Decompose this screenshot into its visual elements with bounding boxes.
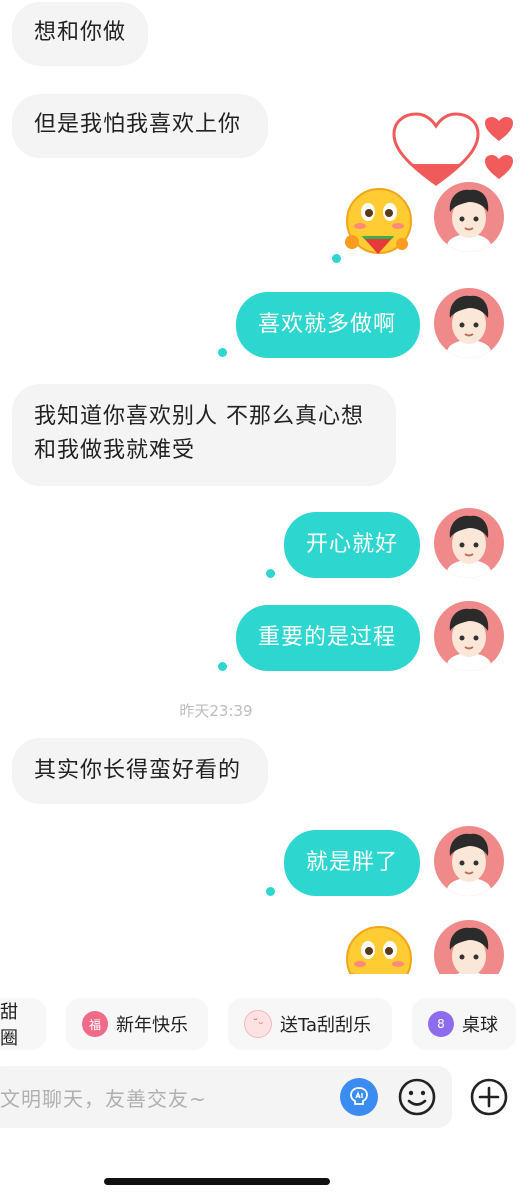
message-bubble-outgoing[interactable]: 就是胖了 bbox=[284, 830, 420, 896]
quick-reply-new-year[interactable]: 福 新年快乐 bbox=[66, 998, 208, 1050]
avatar[interactable] bbox=[434, 288, 504, 358]
plus-icon[interactable] bbox=[468, 1076, 510, 1118]
billiard-icon: 8 bbox=[428, 1011, 454, 1037]
message-tail-dot bbox=[218, 348, 227, 357]
message-bubble-incoming[interactable]: 想和你做 bbox=[12, 2, 148, 66]
quick-reply-donut[interactable]: 甜圈 bbox=[0, 998, 46, 1050]
heart-icon bbox=[485, 155, 513, 179]
message-tail-dot bbox=[266, 569, 275, 578]
message-bubble-incoming[interactable]: 其实你长得蛮好看的 bbox=[12, 738, 268, 804]
message-timestamp: 昨天23:39 bbox=[179, 702, 253, 720]
message-line: 和我做我就难受 bbox=[34, 438, 196, 463]
scratch-icon: ˘ᵕ bbox=[244, 1010, 272, 1038]
quick-reply-scratch-card[interactable]: ˘ᵕ 送Ta刮刮乐 bbox=[228, 998, 392, 1050]
heart-icon bbox=[485, 117, 513, 141]
heart-outline-icon bbox=[392, 112, 480, 186]
avatar[interactable] bbox=[434, 182, 504, 252]
message-input[interactable]: 文明聊天，友善交友~ bbox=[0, 1066, 452, 1128]
message-bubble-incoming[interactable]: 但是我怕我喜欢上你 bbox=[12, 94, 268, 158]
message-bubble-outgoing[interactable]: 重要的是过程 bbox=[236, 605, 420, 671]
avatar[interactable] bbox=[434, 920, 504, 974]
quick-reply-label: 甜圈 bbox=[0, 1002, 18, 1049]
ai-assistant-icon[interactable] bbox=[340, 1078, 378, 1116]
emoji-sticker[interactable] bbox=[344, 926, 414, 974]
quick-reply-billiards[interactable]: 8 桌球 bbox=[412, 998, 516, 1050]
message-bubble-incoming[interactable]: 我知道你喜欢别人 不那么真心想 和我做我就难受 bbox=[12, 384, 396, 486]
avatar[interactable] bbox=[434, 826, 504, 896]
fu-icon: 福 bbox=[82, 1011, 108, 1037]
quick-reply-label: 新年快乐 bbox=[116, 1015, 188, 1036]
emoji-sticker[interactable] bbox=[344, 188, 414, 258]
message-tail-dot bbox=[218, 662, 227, 671]
message-bubble-outgoing[interactable]: 喜欢就多做啊 bbox=[236, 292, 420, 358]
message-tail-dot bbox=[332, 254, 341, 263]
input-placeholder: 文明聊天，友善交友~ bbox=[0, 1086, 207, 1111]
message-line: 我知道你喜欢别人 不那么真心想 bbox=[34, 404, 364, 429]
message-tail-dot bbox=[266, 887, 275, 896]
home-indicator[interactable] bbox=[104, 1178, 330, 1185]
avatar[interactable] bbox=[434, 601, 504, 671]
avatar[interactable] bbox=[434, 508, 504, 578]
message-bubble-outgoing[interactable]: 开心就好 bbox=[284, 512, 420, 578]
emoji-icon[interactable] bbox=[396, 1076, 438, 1118]
quick-reply-label: 送Ta刮刮乐 bbox=[280, 1015, 372, 1036]
quick-reply-label: 桌球 bbox=[462, 1015, 498, 1036]
